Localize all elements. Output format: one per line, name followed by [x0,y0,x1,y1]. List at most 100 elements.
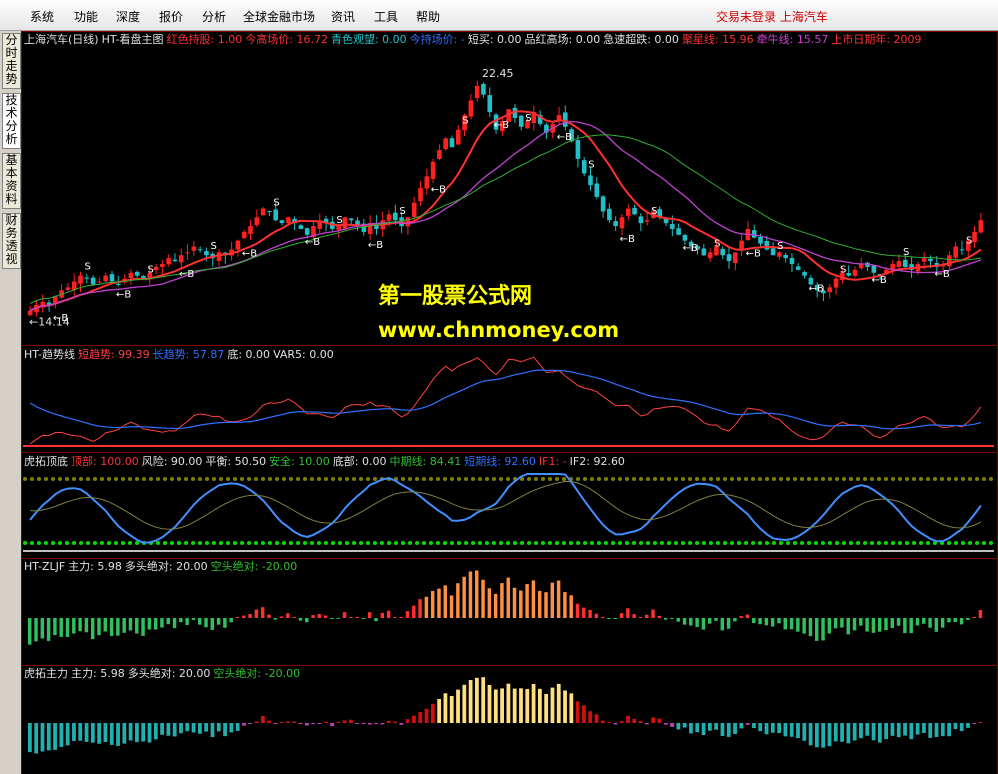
menu-item-global-market[interactable]: 全球金融市场 [243,8,315,25]
tiger-bottom-dot [198,541,202,545]
sell-marker: S [525,113,531,124]
tiger-main-bar [248,723,253,724]
tiger-main-bar [796,723,800,739]
zljf-bar [462,576,466,618]
tiger-main-bar [355,723,360,724]
tiger-main-bar [651,717,656,723]
tiger-bottom-dot [296,541,300,545]
tiger-bottom-dot [842,541,846,545]
tiger-main-bar [808,723,813,746]
tiger-top-dot [583,477,587,481]
tiger-bottom-dot [583,541,587,545]
tiger-bottom-dot [478,541,482,545]
tiger-top-dot [744,477,748,481]
tiger-bottom-dot [247,541,251,545]
tiger-bottom-dot [282,541,286,545]
tiger-top-dot [464,477,468,481]
tiger-main-bar [153,723,158,740]
tiger-main-bar [53,723,57,750]
tiger-main-bar [160,723,164,735]
tiger-main-bar [336,721,341,723]
tiger-bottom-dot [37,541,41,545]
zljf-bar [449,595,454,618]
tiger-panel-field-8: IF2: 92.60 [569,455,625,468]
tiger-top-dot [891,477,895,481]
candle-body [852,269,858,276]
tiger-bottom-dot [555,541,559,545]
zljf-bar [46,618,51,641]
tab-financial[interactable]: 财务透视 [2,213,21,269]
zljf-bar [393,617,397,618]
tiger-bottom-dot [317,541,321,545]
candle-body [443,138,448,150]
tiger-main-bar [707,723,712,731]
tiger-top-dot [618,477,622,481]
tiger-bottom-dot [338,541,342,545]
tab-fundamental[interactable]: 基本资料 [2,153,21,209]
trend-panel-infobar: HT-趋势线 短趋势: 99.39 长趋势: 57.87 底: 0.00 VAR5: 0… [24,346,340,362]
zljf-bar [298,618,303,621]
watermark-url: www.chnmoney.com [378,318,620,342]
tiger-top-dot [296,477,300,481]
candle-body [386,214,392,221]
tiger-bottom-dot [457,541,461,545]
tiger-main-bar [720,723,725,737]
tiger-main-bar [626,715,630,723]
zljf-bar [141,618,145,636]
zljf-bar [657,615,662,618]
zljf-bar [651,609,655,618]
buy-marker: ←B [494,120,509,131]
tiger-bottom-dot [527,541,531,545]
tiger-top-dot [65,477,69,481]
tiger-bottom-dot [44,541,48,545]
tiger-main-bar [122,723,127,744]
tiger-panel-field-0: 顶部: 100.00 [71,455,139,468]
tiger-top-dot [373,477,377,481]
zljf-bar [833,618,838,629]
zljf-bar [802,618,806,634]
menu-item-analysis[interactable]: 分析 [202,8,226,25]
zljf-bar [172,618,177,629]
tiger-main-bar [323,721,328,723]
candle-body [109,274,115,282]
tab-technical[interactable]: 技术分析 [2,93,21,149]
tiger-top-dot [79,477,83,481]
tiger-bottom-dot [429,541,433,545]
candle-body [795,266,801,270]
zljf-bar [481,579,485,618]
tiger-main-bar [386,720,391,723]
tiger-top-dot [226,477,230,481]
menu-item-tools[interactable]: 工具 [374,8,398,25]
zljf-bar [317,614,322,618]
menu-item-depth[interactable]: 深度 [116,8,140,25]
tiger-top-dot [191,477,195,481]
zljf-bar [103,618,108,632]
tiger-top-dot [800,477,804,481]
tiger-bottom-dot [562,541,566,545]
candle-body [871,265,877,273]
chart-area[interactable]: 22.45←14.14←BS←BS ←BS←BS←BS←BS←BS ←BS←BS←B… [21,31,998,774]
zljf-bar [361,618,366,619]
tiger-main-bar [128,723,133,741]
tiger-top-dot [44,477,48,481]
menu-item-function[interactable]: 功能 [74,8,98,25]
tiger-top-dot [723,477,727,481]
tiger-top-dot [772,477,776,481]
tiger-bottom-dot [884,541,888,545]
tiger-main-bar [349,719,353,723]
tiger-bottom-dot [114,541,118,545]
tiger-main-bar [424,708,429,723]
candle-body [563,112,568,127]
tiger-bottom-dot [506,541,510,545]
tiger-top-dot [443,477,447,481]
tiger-top-dot [856,477,860,481]
tab-intraday[interactable]: 分时走势 [2,33,21,89]
tiger-main-bar [978,722,983,723]
zljf-bar [890,618,895,628]
menu-item-system[interactable]: 系统 [30,8,54,25]
tiger-top-dot [254,477,258,481]
menu-item-help[interactable]: 帮助 [416,8,440,25]
candle-body [720,248,726,256]
menu-item-quote[interactable]: 报价 [159,8,183,25]
menu-item-news[interactable]: 资讯 [331,8,355,25]
